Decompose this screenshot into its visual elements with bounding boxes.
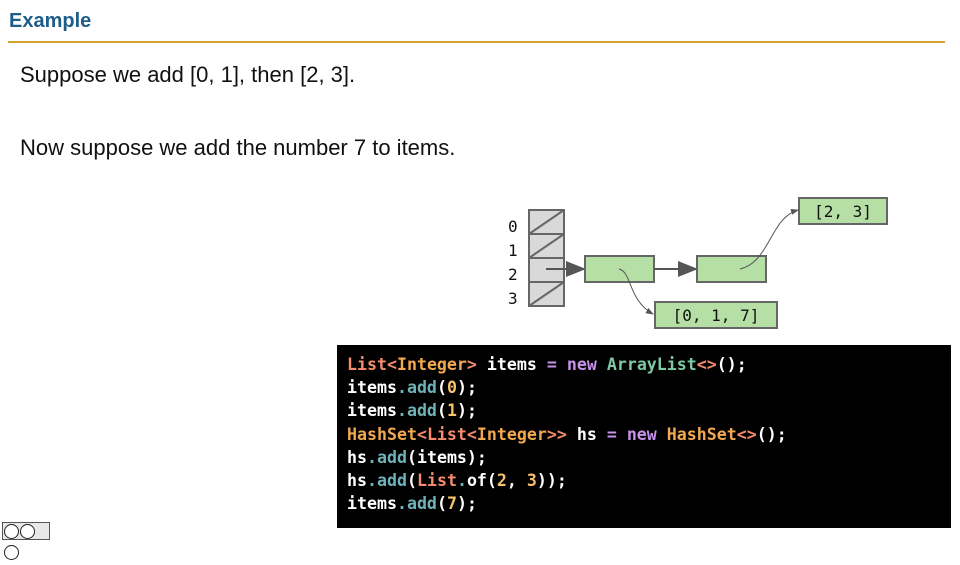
bucket-index-0: 0 bbox=[508, 217, 518, 236]
bucket-index-3: 3 bbox=[508, 289, 518, 308]
code-block: List<Integer> items = new ArrayList<>();… bbox=[337, 345, 951, 528]
bucket-index-2: 2 bbox=[508, 265, 518, 284]
code-text: List<Integer> items = new ArrayList<>();… bbox=[337, 345, 951, 523]
code-line: items.add(0); bbox=[347, 378, 477, 398]
code-line: hs.add(List.of(2, 3)); bbox=[347, 471, 567, 491]
code-line: HashSet<List<Integer>> hs = new HashSet<… bbox=[347, 424, 787, 444]
cc-license-icon bbox=[2, 522, 50, 560]
hashset-diagram: 0 1 2 3 [0, 1, 7] [2, 3] bbox=[508, 197, 888, 329]
code-line: List<Integer> items = new ArrayList<>(); bbox=[347, 355, 747, 374]
code-line: items.add(1); bbox=[347, 401, 477, 421]
code-line: items.add(7); bbox=[347, 494, 477, 514]
list-b-label: [2, 3] bbox=[814, 202, 872, 221]
list-a-label: [0, 1, 7] bbox=[673, 306, 760, 325]
bucket-index-1: 1 bbox=[508, 241, 518, 260]
code-line: hs.add(items); bbox=[347, 447, 487, 467]
